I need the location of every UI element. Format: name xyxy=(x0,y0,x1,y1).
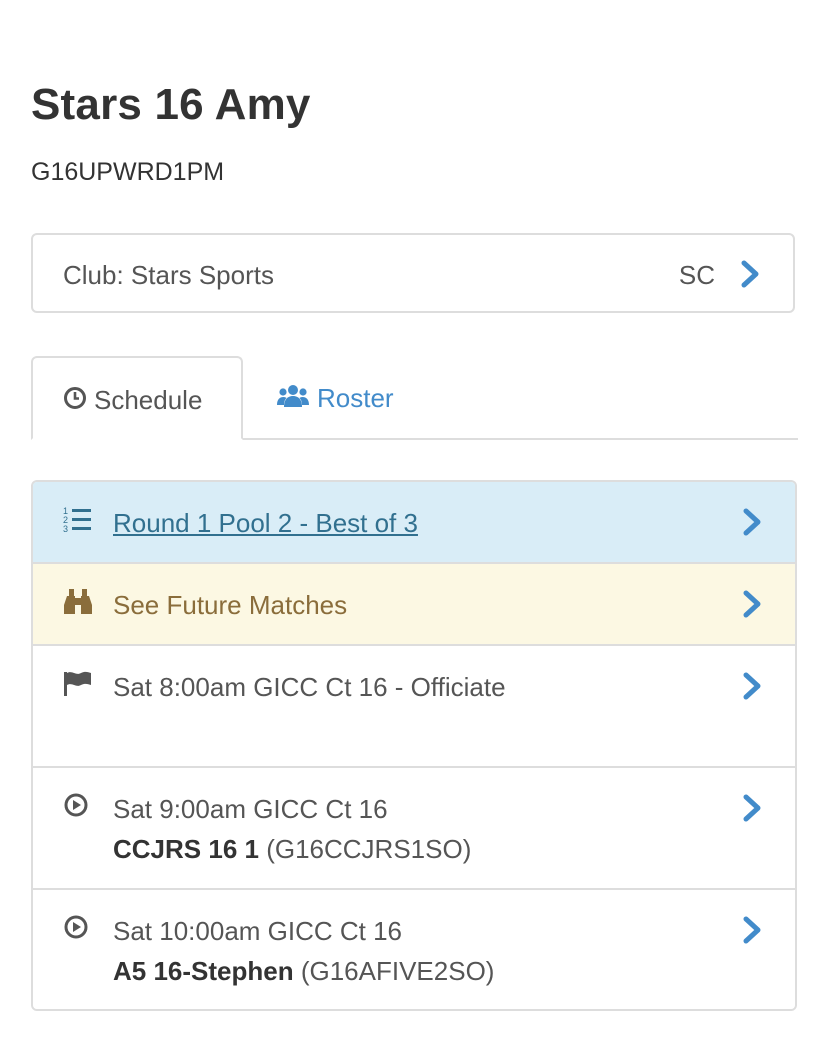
tab-schedule-label: Schedule xyxy=(94,385,203,415)
match-time: Sat 9:00am GICC Ct 16 xyxy=(113,794,388,824)
opponent-code: (G16CCJRS1SO) xyxy=(258,834,472,864)
tab-bar: Schedule Roster xyxy=(31,356,798,440)
play-circle-icon xyxy=(63,914,89,945)
future-matches-label: See Future Matches xyxy=(113,590,348,620)
opponent-name: CCJRS 16 1 xyxy=(113,834,259,864)
chevron-right-icon xyxy=(741,590,763,618)
users-icon xyxy=(277,383,309,416)
clock-icon xyxy=(63,386,87,417)
club-abbr: SC xyxy=(678,260,715,290)
chevron-right-icon xyxy=(741,794,763,822)
tab-roster[interactable]: Roster xyxy=(277,356,437,440)
chevron-right-icon xyxy=(739,260,761,288)
tab-roster-label: Roster xyxy=(317,383,394,413)
ordered-list-icon: 1 2 3 xyxy=(63,506,93,539)
flag-icon xyxy=(63,670,93,703)
chevron-right-icon xyxy=(741,916,763,944)
binoculars-icon xyxy=(63,588,93,621)
team-code: G16UPWRD1PM xyxy=(31,158,225,186)
pool-link[interactable]: 1 2 3 Round 1 Pool 2 - Best of 3 xyxy=(33,482,795,564)
chevron-right-icon xyxy=(741,508,763,536)
club-link[interactable]: Club: Stars Sports SC xyxy=(31,233,795,313)
club-label: Club: Stars Sports xyxy=(63,260,274,290)
officiate-item[interactable]: Sat 8:00am GICC Ct 16 - Officiate xyxy=(33,646,795,768)
match-item[interactable]: Sat 9:00am GICC Ct 16 CCJRS 16 1 (G16CCJ… xyxy=(33,768,795,890)
match-opponent-line: CCJRS 16 1 (G16CCJRS1SO) xyxy=(113,834,471,865)
opponent-code: (G16AFIVE2SO) xyxy=(293,956,495,986)
chevron-right-icon xyxy=(741,672,763,700)
match-item[interactable]: Sat 10:00am GICC Ct 16 A5 16-Stephen (G1… xyxy=(33,890,795,1009)
team-title: Stars 16 Amy xyxy=(31,80,311,129)
match-opponent-line: A5 16-Stephen (G16AFIVE2SO) xyxy=(113,956,494,987)
opponent-name: A5 16-Stephen xyxy=(113,956,294,986)
tab-schedule[interactable]: Schedule xyxy=(31,356,243,440)
match-time: Sat 10:00am GICC Ct 16 xyxy=(113,916,403,946)
play-circle-icon xyxy=(63,792,89,823)
pool-label: Round 1 Pool 2 - Best of 3 xyxy=(113,508,418,538)
future-matches-link[interactable]: See Future Matches xyxy=(33,564,795,646)
schedule-list: 1 2 3 Round 1 Pool 2 - Best of 3 See Fut… xyxy=(31,480,797,1011)
officiate-label: Sat 8:00am GICC Ct 16 - Officiate xyxy=(113,672,506,702)
svg-text:3: 3 xyxy=(63,524,68,534)
